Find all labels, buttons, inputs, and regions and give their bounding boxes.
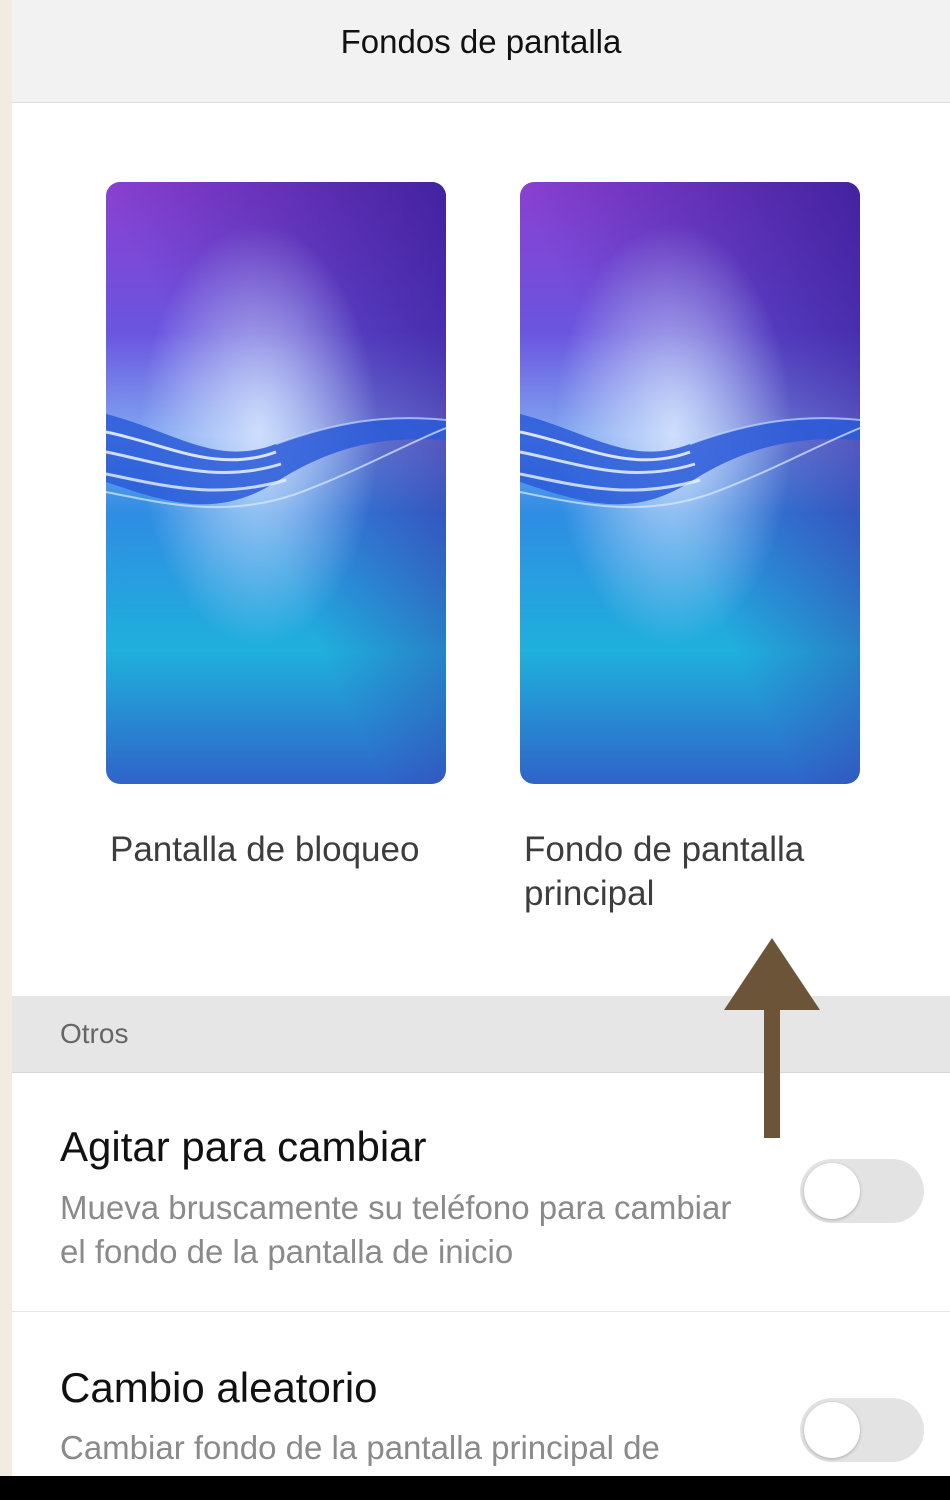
toggle-knob — [804, 1163, 860, 1219]
home-screen-label: Fondo de pantalla principal — [524, 830, 805, 913]
page-title: Fondos de pantalla — [340, 23, 622, 60]
toggle-knob — [804, 1402, 860, 1458]
setting-row-random-change[interactable]: Cambio aleatorio Cambiar fondo de la pan… — [12, 1312, 950, 1482]
shake-to-change-toggle[interactable] — [800, 1159, 924, 1223]
setting-title: Agitar para cambiar — [60, 1123, 427, 1170]
bottom-bar — [0, 1476, 950, 1500]
setting-title: Cambio aleatorio — [60, 1364, 378, 1411]
title-bar: Fondos de pantalla — [12, 0, 950, 103]
lock-screen-wallpaper-thumbnail[interactable] — [106, 182, 446, 784]
setting-description: Cambiar fondo de la pantalla principal d… — [60, 1429, 660, 1466]
wallpaper-settings-screen: Fondos de pantalla Pantalla de bloqueo F… — [12, 0, 950, 1500]
section-header-label: Otros — [60, 1018, 129, 1049]
lock-screen-label: Pantalla de bloqueo — [110, 830, 420, 869]
up-arrow-icon — [724, 938, 820, 1143]
setting-description: Mueva bruscamente su teléfono para cambi… — [60, 1189, 732, 1270]
home-screen-wallpaper-option[interactable]: Fondo de pantalla principal — [520, 182, 860, 916]
random-change-toggle[interactable] — [800, 1398, 924, 1462]
lock-screen-wallpaper-option[interactable]: Pantalla de bloqueo — [106, 182, 446, 872]
home-screen-wallpaper-thumbnail[interactable] — [520, 182, 860, 784]
